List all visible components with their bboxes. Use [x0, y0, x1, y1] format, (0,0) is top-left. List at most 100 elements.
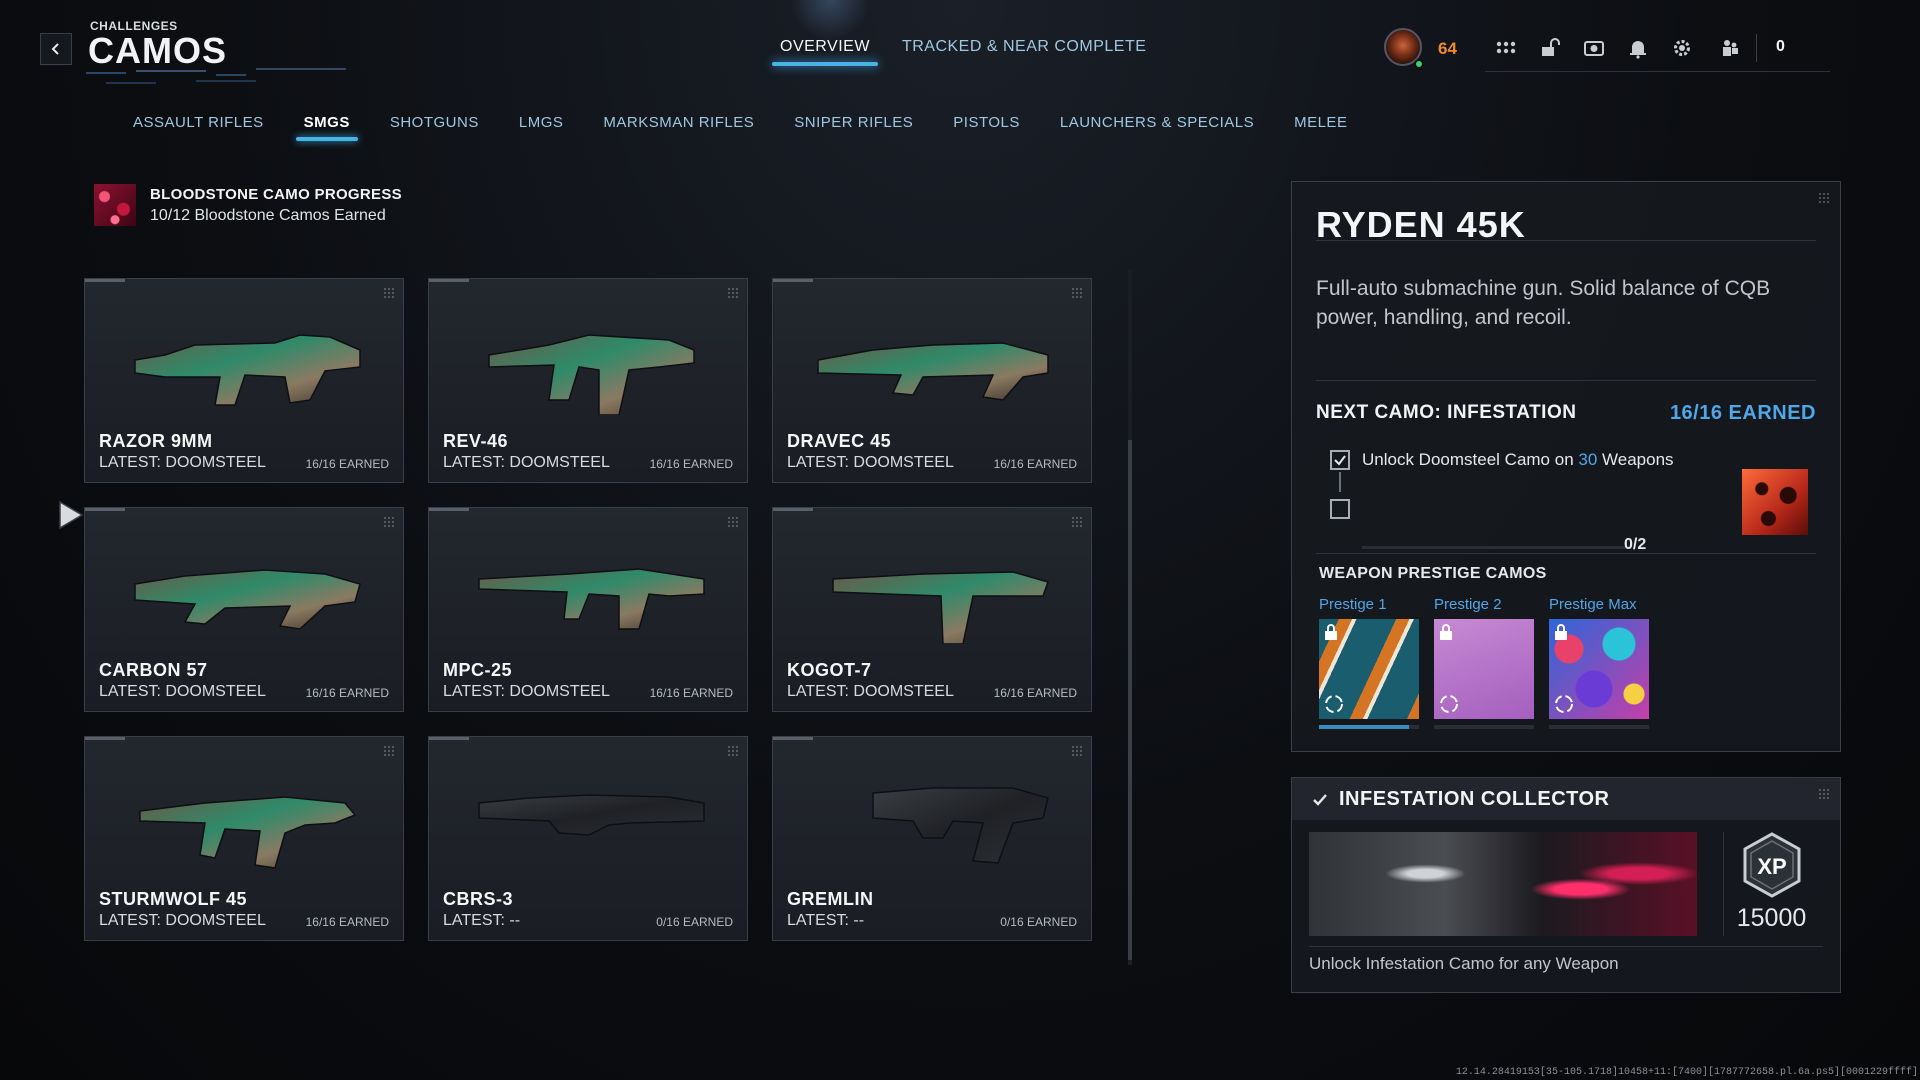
weapon-image [139, 796, 357, 869]
weapon-grid-scrollbar[interactable] [1128, 270, 1132, 965]
weapon-latest-camo: LATEST: DOOMSTEEL [443, 454, 610, 471]
xp-badge-label: XP [1757, 854, 1786, 879]
prestige-label: Prestige 1 [1319, 596, 1387, 613]
weapon-latest-camo: LATEST: -- [787, 912, 865, 929]
scroll-thumb[interactable] [1128, 440, 1132, 960]
tab-lmgs[interactable]: LMGS [519, 114, 564, 141]
requirement-checkbox-unchecked [1330, 499, 1350, 519]
drag-handle-icon [383, 516, 395, 528]
gear-icon[interactable] [1670, 36, 1694, 60]
drag-handle-icon [727, 745, 739, 757]
drag-handle-icon [727, 516, 739, 528]
weapon-latest-camo: LATEST: -- [443, 912, 521, 929]
weapon-card[interactable]: RAZOR 9MM LATEST: DOOMSTEEL 16/16 EARNED [84, 278, 404, 483]
weapon-card[interactable]: KOGOT-7 LATEST: DOOMSTEEL 16/16 EARNED [772, 507, 1092, 712]
drag-handle-icon [383, 287, 395, 299]
weapon-image [488, 334, 695, 415]
prestige-camo-swatch [1319, 619, 1419, 719]
infestation-camo-preview [1742, 469, 1808, 535]
weapon-earned-count: 16/16 EARNED [305, 457, 389, 471]
tab-smgs[interactable]: SMGS [295, 114, 359, 141]
weapon-image [134, 334, 361, 406]
weapon-card[interactable]: GREMLIN LATEST: -- 0/16 EARNED [772, 736, 1092, 941]
tab-shotguns[interactable]: SHOTGUNS [390, 114, 479, 141]
drag-handle-icon [383, 745, 395, 757]
tab-sniper-rifles[interactable]: SNIPER RIFLES [794, 114, 913, 141]
bloodstone-progress-count: 10/12 Bloodstone Camos Earned [150, 206, 386, 224]
unlock-icon[interactable] [1538, 36, 1562, 60]
weapon-earned-count: 16/16 EARNED [649, 457, 733, 471]
weapon-earned-count: 16/16 EARNED [993, 686, 1077, 700]
weapon-latest-camo: LATEST: DOOMSTEEL [443, 683, 610, 700]
collector-title: INFESTATION COLLECTOR [1339, 788, 1610, 810]
collector-description: Unlock Infestation Camo for any Weapon [1309, 954, 1619, 973]
checkmark-icon [1334, 455, 1346, 466]
tab-pistols[interactable]: PISTOLS [953, 114, 1020, 141]
weapon-latest-camo: LATEST: DOOMSTEEL [99, 912, 266, 929]
hud: 64 0 [1380, 26, 1830, 72]
tab-overview[interactable]: OVERVIEW [772, 38, 878, 66]
prestige-camo-swatch [1434, 619, 1534, 719]
party-count: 0 [1776, 38, 1785, 55]
party-icon[interactable] [1718, 36, 1742, 60]
weapon-earned-count: 16/16 EARNED [993, 457, 1077, 471]
collector-challenge-panel[interactable]: INFESTATION COLLECTOR XP 15000 Unlock In… [1291, 777, 1841, 993]
prestige-emblem-icon [1325, 695, 1343, 713]
requirement-text: Unlock Doomsteel Camo on 30 Weapons [1362, 450, 1674, 470]
prestige-progress-bar [1319, 725, 1419, 729]
grid-icon[interactable] [1494, 36, 1518, 60]
weapon-earned-count: 0/16 EARNED [1000, 915, 1077, 929]
weapon-card[interactable]: CBRS-3 LATEST: -- 0/16 EARNED [428, 736, 748, 941]
infestation-collector-artwork [1309, 832, 1697, 936]
requirement-number: 30 [1578, 450, 1598, 469]
tab-assault-rifles[interactable]: ASSAULT RIFLES [133, 114, 264, 141]
requirement-progress-count: 0/2 [1624, 536, 1647, 553]
camera-icon[interactable] [1582, 36, 1606, 60]
weapon-name: CBRS-3 [443, 889, 514, 909]
weapon-earned-count: 16/16 EARNED [305, 915, 389, 929]
drag-handle-icon [1071, 516, 1083, 528]
back-button[interactable] [40, 33, 72, 65]
weapon-category-tabs: ASSAULT RIFLES SMGS SHOTGUNS LMGS MARKSM… [133, 114, 1387, 141]
checkmark-icon [1313, 794, 1327, 806]
player-level: 64 [1438, 39, 1457, 58]
prestige-2-camo[interactable]: Prestige 2 [1434, 596, 1534, 729]
weapon-name: KOGOT-7 [787, 660, 872, 680]
requirement-suffix: Weapons [1597, 450, 1674, 469]
xp-badge-icon: XP [1743, 832, 1801, 898]
weapon-card[interactable]: DRAVEC 45 LATEST: DOOMSTEEL 16/16 EARNED [772, 278, 1092, 483]
tab-tracked-near-complete[interactable]: TRACKED & NEAR COMPLETE [902, 38, 1146, 66]
weapon-image [478, 794, 705, 836]
weapon-card[interactable]: CARBON 57 LATEST: DOOMSTEEL 16/16 EARNED [84, 507, 404, 712]
weapon-earned-count: 16/16 EARNED [305, 686, 389, 700]
xp-reward: XP 15000 [1723, 832, 1818, 936]
hud-separator [1756, 34, 1757, 62]
prestige-1-camo[interactable]: Prestige 1 [1319, 596, 1419, 729]
cursor-pointer-icon [59, 500, 84, 530]
weapon-image [872, 787, 1049, 864]
bloodstone-progress: BLOODSTONE CAMO PROGRESS 10/12 Bloodston… [94, 184, 402, 226]
weapon-card[interactable]: STURMWOLF 45 LATEST: DOOMSTEEL 16/16 EAR… [84, 736, 404, 941]
tab-melee[interactable]: MELEE [1294, 114, 1347, 141]
drag-handle-icon [1818, 788, 1830, 800]
weapon-grid: RAZOR 9MM LATEST: DOOMSTEEL 16/16 EARNED… [84, 278, 1092, 941]
tab-launchers-specials[interactable]: LAUNCHERS & SPECIALS [1060, 114, 1254, 141]
build-id: 12.14.28419153[35-105.1718]10458+11:[740… [1455, 1067, 1918, 1078]
weapon-card[interactable]: REV-46 LATEST: DOOMSTEEL 16/16 EARNED [428, 278, 748, 483]
weapon-image [478, 568, 705, 630]
divider [1316, 553, 1816, 554]
requirement-progress-bar [1362, 546, 1632, 549]
prestige-max-camo[interactable]: Prestige Max [1549, 596, 1649, 729]
prestige-label: Prestige 2 [1434, 596, 1502, 613]
prestige-emblem-icon [1440, 695, 1458, 713]
drag-handle-icon [727, 287, 739, 299]
divider [1316, 240, 1816, 241]
next-camo-label: NEXT CAMO: INFESTATION [1316, 402, 1577, 423]
drag-handle-icon [1071, 745, 1083, 757]
weapon-image [832, 571, 1049, 644]
hud-divider [1485, 71, 1830, 72]
bell-icon[interactable] [1626, 36, 1650, 60]
weapon-image [817, 342, 1049, 401]
tab-marksman-rifles[interactable]: MARKSMAN RIFLES [603, 114, 754, 141]
weapon-card[interactable]: MPC-25 LATEST: DOOMSTEEL 16/16 EARNED [428, 507, 748, 712]
